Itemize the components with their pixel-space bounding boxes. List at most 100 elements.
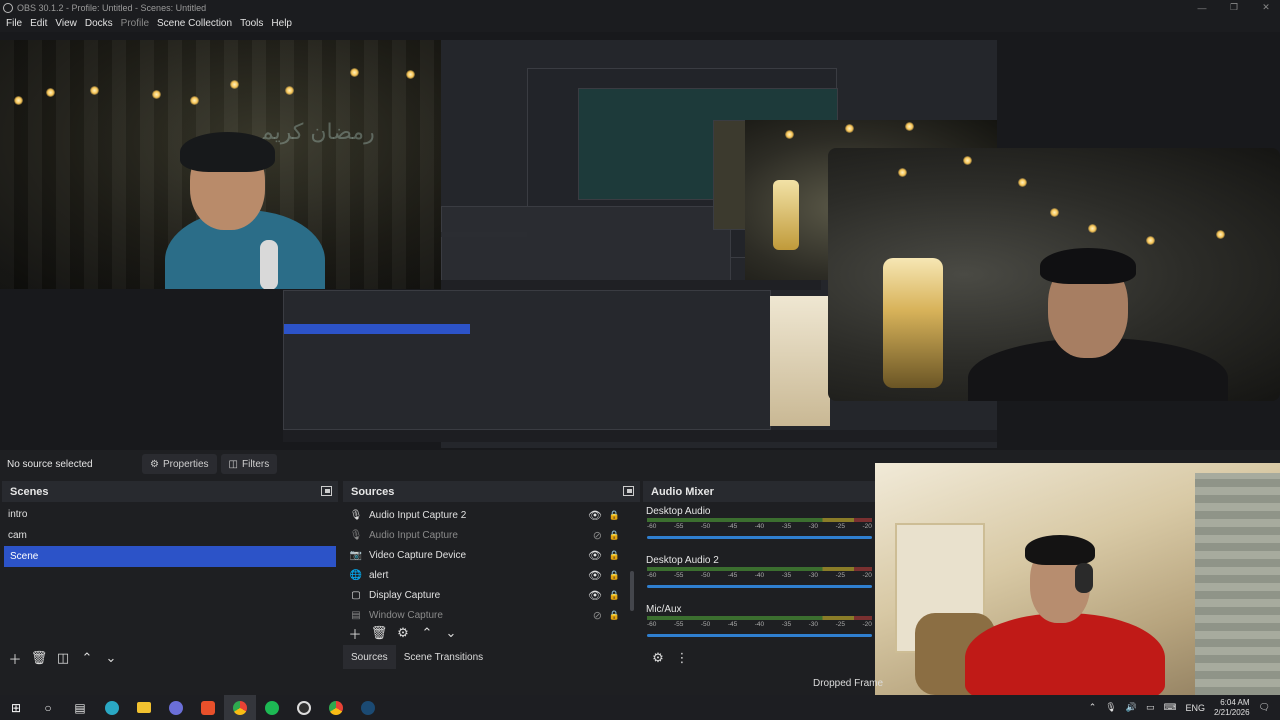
lock-icon[interactable]: 🔒 bbox=[609, 570, 620, 581]
menu-view[interactable]: View bbox=[51, 18, 81, 29]
visibility-eye-icon[interactable]: 👁 bbox=[588, 549, 602, 562]
task-view-icon[interactable]: ▤ bbox=[64, 695, 96, 720]
scenes-dock: Scenes intro cam Scene ＋ 🗑 ◫ ⌃ ⌄ bbox=[2, 481, 338, 675]
search-icon[interactable]: ○ bbox=[32, 695, 64, 720]
visibility-hidden-icon[interactable]: ⊘ bbox=[593, 529, 602, 542]
camera-icon: 📷 bbox=[349, 549, 363, 561]
move-source-down-button[interactable]: ⌄ bbox=[442, 624, 460, 642]
spotify-icon[interactable] bbox=[256, 695, 288, 720]
speaker-icon[interactable]: 🔊 bbox=[1126, 702, 1137, 713]
window-icon: ▤ bbox=[351, 609, 361, 621]
move-source-up-button[interactable]: ⌃ bbox=[418, 624, 436, 642]
advanced-audio-properties-button[interactable]: ⚙ bbox=[649, 649, 667, 667]
menu-scene-collection[interactable]: Scene Collection bbox=[153, 18, 236, 29]
source-item[interactable]: 🎙 Audio Input Capture 2 👁 🔒 bbox=[343, 505, 640, 525]
visibility-eye-icon[interactable]: 👁 bbox=[588, 589, 602, 602]
add-scene-button[interactable]: ＋ bbox=[6, 649, 24, 667]
keyboard-icon[interactable]: ⌨ bbox=[1163, 702, 1176, 713]
menu-tools[interactable]: Tools bbox=[236, 18, 267, 29]
webcam-main-feed: رمضان كريم bbox=[0, 40, 441, 289]
windows-taskbar: ⊞ ○ ▤ ⌃ 🎙 🔊 ▭ ⌨ ENG 6:04 AM 2/21/2026 🗨 bbox=[0, 695, 1280, 720]
sources-title: Sources bbox=[351, 485, 395, 498]
scene-item-intro[interactable]: intro bbox=[2, 504, 338, 525]
language-indicator[interactable]: ENG bbox=[1185, 703, 1205, 713]
chevron-up-icon[interactable]: ⌃ bbox=[1089, 702, 1097, 713]
volume-slider[interactable] bbox=[647, 585, 872, 588]
preview-canvas[interactable]: رمضان كريم bbox=[0, 32, 1280, 450]
minimize-button[interactable]: — bbox=[1186, 0, 1218, 15]
mixer-channel-desktop-audio: Desktop Audio -60 -55 -50 -45 -40 -35 -30 -25 -2… bbox=[643, 502, 876, 551]
steam-icon[interactable] bbox=[352, 695, 384, 720]
add-source-button[interactable]: ＋ bbox=[346, 624, 364, 642]
source-item[interactable]: 📷 Video Capture Device 👁 🔒 bbox=[343, 545, 640, 565]
edge-browser-icon[interactable] bbox=[96, 695, 128, 720]
restore-button[interactable]: ❐ bbox=[1218, 0, 1250, 15]
menu-docks[interactable]: Docks bbox=[81, 18, 117, 29]
move-scene-up-button[interactable]: ⌃ bbox=[78, 649, 96, 667]
volume-meter bbox=[647, 567, 872, 571]
scene-item-cam[interactable]: cam bbox=[2, 525, 338, 546]
tab-scene-transitions[interactable]: Scene Transitions bbox=[396, 645, 492, 669]
file-explorer-icon[interactable] bbox=[128, 695, 160, 720]
undock-icon[interactable] bbox=[623, 486, 634, 496]
network-icon[interactable]: ▭ bbox=[1146, 702, 1155, 713]
menu-help[interactable]: Help bbox=[267, 18, 296, 29]
lock-icon[interactable]: 🔒 bbox=[609, 590, 620, 601]
more-options-icon[interactable]: ⋮ bbox=[673, 649, 691, 667]
source-label: Video Capture Device bbox=[369, 549, 467, 561]
clock[interactable]: 6:04 AM 2/21/2026 bbox=[1214, 698, 1250, 718]
microphone-icon: 🎙 bbox=[349, 529, 363, 541]
sources-scrollbar[interactable] bbox=[630, 571, 634, 611]
visibility-eye-icon[interactable]: 👁 bbox=[588, 509, 602, 522]
microphone-icon[interactable]: 🎙 bbox=[1105, 702, 1116, 713]
menu-edit[interactable]: Edit bbox=[26, 18, 51, 29]
source-item[interactable]: ▤ Window Capture ⊘ 🔒 bbox=[343, 605, 640, 625]
menu-profile[interactable]: Profile bbox=[117, 18, 153, 29]
clock-time: 6:04 AM bbox=[1220, 697, 1250, 707]
scenes-header: Scenes bbox=[2, 481, 338, 502]
microphone-icon: 🎙 bbox=[349, 509, 363, 521]
lock-icon[interactable]: 🔒 bbox=[609, 550, 620, 561]
source-label: alert bbox=[369, 569, 389, 581]
filters-label: Filters bbox=[242, 458, 270, 470]
filters-button[interactable]: ◫ Filters bbox=[220, 454, 278, 474]
obs-logo-icon bbox=[3, 2, 13, 13]
properties-button[interactable]: ⚙ Properties bbox=[142, 454, 217, 474]
windows-start-icon[interactable]: ⊞ bbox=[0, 695, 32, 720]
visibility-hidden-icon[interactable]: ⊘ bbox=[593, 609, 602, 622]
source-item[interactable]: 🌐 alert 👁 🔒 bbox=[343, 565, 640, 585]
close-button[interactable]: ✕ bbox=[1250, 0, 1280, 15]
volume-slider[interactable] bbox=[647, 634, 872, 637]
lock-icon[interactable]: 🔒 bbox=[609, 530, 620, 541]
nested-taskbar bbox=[283, 430, 997, 442]
source-item[interactable]: ▢ Display Capture 👁 🔒 bbox=[343, 585, 640, 605]
obs-taskbar-icon[interactable] bbox=[288, 695, 320, 720]
visibility-eye-icon[interactable]: 👁 bbox=[588, 569, 602, 582]
remove-scene-button[interactable]: 🗑 bbox=[30, 649, 48, 667]
volume-slider[interactable] bbox=[647, 536, 872, 539]
brave-browser-icon[interactable] bbox=[192, 695, 224, 720]
source-label: Window Capture bbox=[369, 609, 443, 621]
move-scene-down-button[interactable]: ⌄ bbox=[102, 649, 120, 667]
globe-icon: 🌐 bbox=[349, 569, 363, 581]
chrome-icon[interactable] bbox=[224, 695, 256, 720]
remove-source-button[interactable]: 🗑 bbox=[370, 624, 388, 642]
source-item[interactable]: 🎙 Audio Input Capture ⊘ 🔒 bbox=[343, 525, 640, 545]
chrome-icon[interactable] bbox=[320, 695, 352, 720]
scene-filters-button[interactable]: ◫ bbox=[54, 649, 72, 667]
meter-scale: -60 -55 -50 -45 -40 -35 -30 -25 -20 bbox=[647, 621, 872, 628]
lock-icon[interactable]: 🔒 bbox=[609, 510, 620, 521]
channel-name: Mic/Aux bbox=[646, 604, 682, 615]
source-label: Audio Input Capture bbox=[369, 529, 458, 541]
properties-label: Properties bbox=[162, 458, 209, 470]
scene-item-scene[interactable]: Scene bbox=[4, 546, 336, 567]
notifications-icon[interactable]: 🗨 bbox=[1259, 702, 1270, 713]
lock-icon[interactable]: 🔒 bbox=[609, 610, 620, 621]
source-properties-button[interactable]: ⚙ bbox=[394, 624, 412, 642]
tab-sources[interactable]: Sources bbox=[343, 645, 396, 669]
undock-icon[interactable] bbox=[321, 486, 332, 496]
discord-icon[interactable] bbox=[160, 695, 192, 720]
menu-file[interactable]: File bbox=[2, 18, 26, 29]
scenes-title: Scenes bbox=[10, 485, 49, 498]
room-camera-nested bbox=[770, 296, 830, 426]
